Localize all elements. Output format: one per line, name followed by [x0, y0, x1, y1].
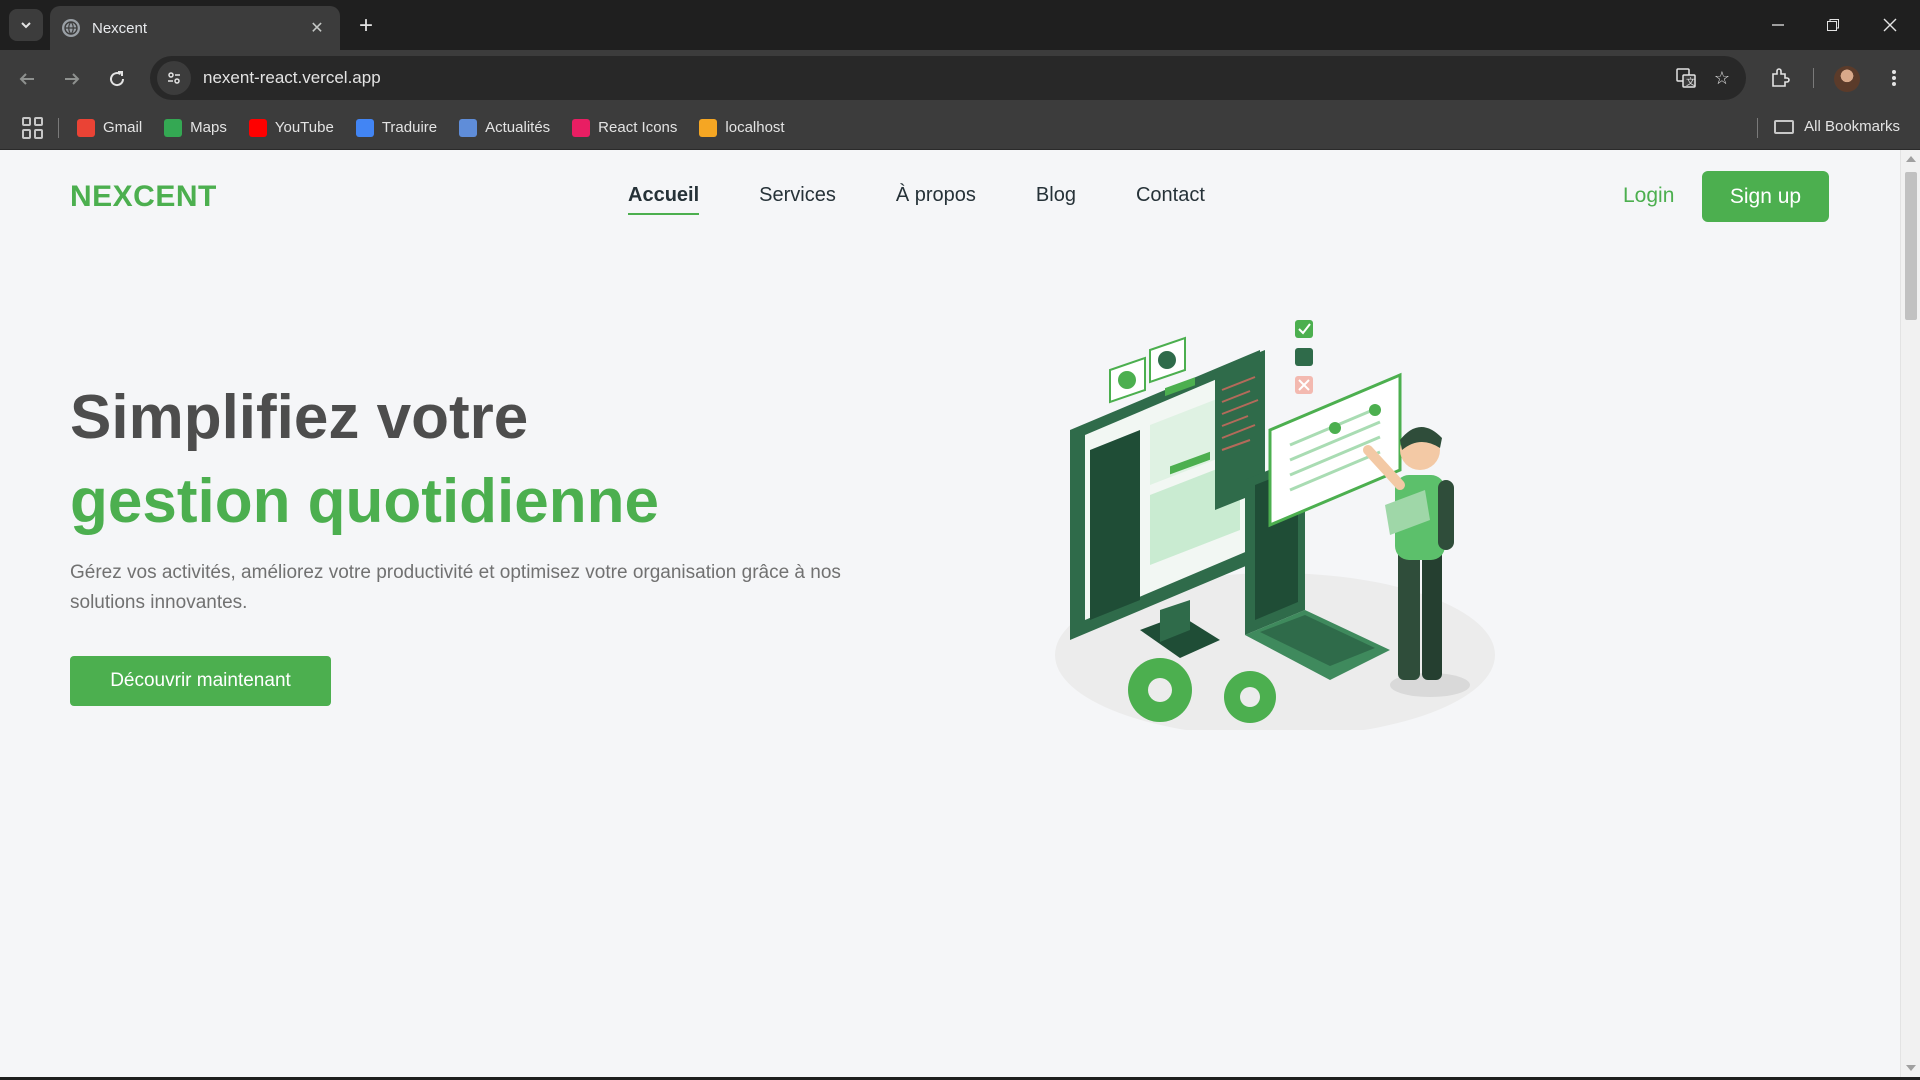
scroll-down-arrow[interactable]	[1906, 1065, 1916, 1071]
close-icon	[1883, 18, 1897, 32]
toolbar-divider	[1813, 68, 1814, 88]
address-bar[interactable]: nexent-react.vercel.app 文 ☆	[150, 56, 1746, 100]
all-bookmarks-label: All Bookmarks	[1804, 118, 1900, 135]
new-tab-button[interactable]: +	[352, 12, 380, 40]
discover-button[interactable]: Découvrir maintenant	[70, 656, 331, 706]
minimize-icon	[1772, 24, 1784, 26]
close-window-button[interactable]	[1870, 8, 1910, 42]
bookmark-favicon-icon	[164, 118, 183, 137]
bookmarks-bar: Gmail Maps YouTube Traduire Actualités React …	[0, 106, 1920, 150]
close-tab-icon[interactable]: ✕	[306, 17, 328, 39]
reload-icon	[110, 71, 125, 87]
nav-link-contact[interactable]: Contact	[1136, 184, 1205, 215]
nav-link-accueil[interactable]: Accueil	[628, 184, 700, 215]
tab-title: Nexcent	[92, 19, 148, 37]
site-info-icon[interactable]	[157, 61, 191, 95]
apps-grid-icon[interactable]	[22, 116, 44, 139]
scrollbar-thumb[interactable]	[1905, 172, 1917, 320]
web-page: NEXCENT Accueil Services À propos Blog Conta…	[0, 150, 1900, 1077]
bookmark-favicon-icon	[459, 118, 478, 137]
browser-tab[interactable]: Nexcent ✕	[50, 6, 340, 50]
bookmark-label: Gmail	[103, 119, 143, 136]
tab-bar: Nexcent ✕ +	[0, 0, 1920, 50]
bookmark-react-icons[interactable]: React Icons	[572, 118, 678, 137]
tab-search-button[interactable]	[9, 9, 43, 41]
bookmark-favicon-icon	[77, 118, 95, 137]
signup-button[interactable]: Sign up	[1702, 171, 1829, 222]
bookmark-traduire[interactable]: Traduire	[355, 118, 438, 137]
restore-button[interactable]	[1813, 8, 1853, 42]
hero-illustration	[1055, 320, 1495, 730]
arrow-left-icon	[19, 73, 34, 85]
bookmark-label: Actualités	[485, 119, 551, 136]
scroll-up-arrow[interactable]	[1906, 156, 1916, 162]
bookmark-favicon-icon	[572, 118, 591, 137]
profile-avatar[interactable]	[1834, 66, 1860, 92]
hero-title-line2: gestion quotidienne	[70, 467, 659, 536]
bookmark-label: Maps	[190, 119, 227, 136]
bookmark-label: React Icons	[598, 119, 678, 136]
bookmark-label: localhost	[725, 119, 785, 136]
reload-button[interactable]	[102, 64, 132, 94]
site-logo[interactable]: NEXCENT	[70, 180, 217, 214]
chevron-down-icon	[21, 22, 31, 29]
main-nav: Accueil Services À propos Blog Contact	[628, 184, 1205, 215]
globe-icon	[62, 19, 80, 37]
hero-title-line1: Simplifiez votre	[70, 383, 529, 452]
bookmark-maps[interactable]: Maps	[164, 118, 227, 137]
back-button[interactable]	[12, 64, 42, 94]
translate-icon[interactable]: 文	[1668, 60, 1704, 96]
folder-icon	[1774, 119, 1795, 134]
extensions-icon[interactable]	[1764, 62, 1796, 94]
minimize-button[interactable]	[1758, 8, 1798, 42]
bookmark-localhost[interactable]: localhost	[699, 118, 785, 137]
arrow-right-icon	[65, 73, 80, 85]
bookmark-favicon-icon	[248, 118, 267, 137]
nav-link-blog[interactable]: Blog	[1036, 184, 1076, 215]
bookmark-actualités[interactable]: Actualités	[459, 118, 551, 137]
star-bookmark-icon[interactable]: ☆	[1704, 60, 1740, 96]
svg-text:文: 文	[1686, 76, 1695, 88]
nav-link-à-propos[interactable]: À propos	[896, 184, 976, 215]
restore-icon	[1827, 19, 1839, 31]
bookmark-label: Traduire	[381, 119, 438, 136]
menu-kebab-icon[interactable]	[1878, 62, 1910, 94]
bookmark-gmail[interactable]: Gmail	[77, 118, 143, 137]
bookmarks-divider	[58, 117, 59, 138]
browser-toolbar: nexent-react.vercel.app 文 ☆	[0, 50, 1920, 106]
hero-description: Gérez vos activités, améliorez votre pro…	[70, 562, 841, 613]
bookmark-youtube[interactable]: YouTube	[248, 118, 334, 137]
bookmark-favicon-icon	[355, 118, 374, 137]
url-text[interactable]: nexent-react.vercel.app	[203, 68, 1668, 88]
login-link[interactable]: Login	[1623, 184, 1674, 208]
bookmark-favicon-icon	[699, 118, 718, 137]
forward-button[interactable]	[57, 64, 87, 94]
bookmarks-divider-right	[1757, 118, 1758, 138]
nav-link-services[interactable]: Services	[759, 184, 836, 215]
bookmark-label: YouTube	[274, 119, 334, 136]
page-scrollbar[interactable]	[1900, 150, 1920, 1077]
all-bookmarks-button[interactable]: All Bookmarks	[1774, 118, 1900, 135]
